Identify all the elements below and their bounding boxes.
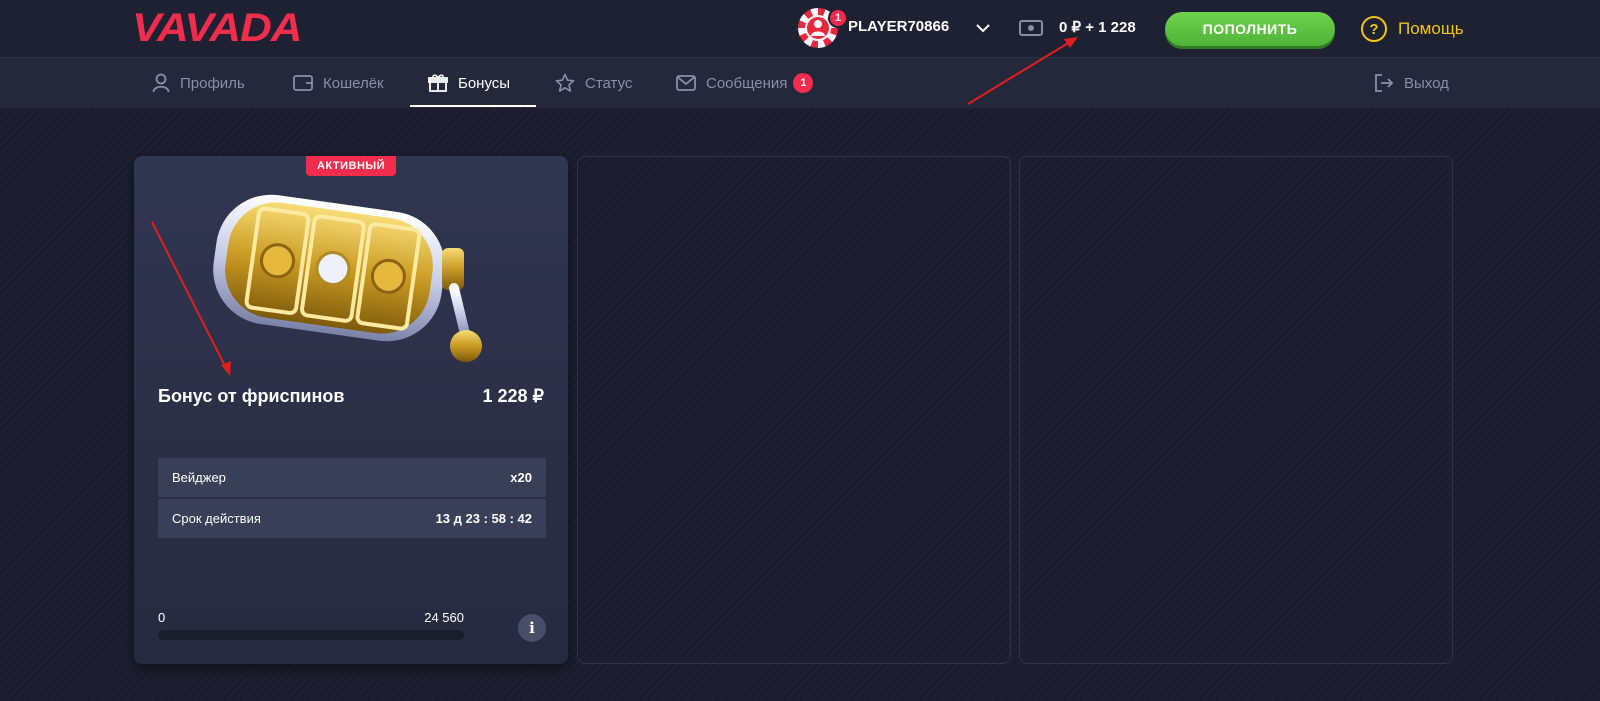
username[interactable]: PLAYER70866 bbox=[848, 18, 949, 35]
star-icon bbox=[555, 73, 575, 92]
bonus-card: АКТИВНЫЙ Бонус от фриспинов 1 228 ₽ Вейд… bbox=[134, 156, 568, 664]
tab-label: Кошелёк bbox=[323, 74, 384, 92]
wager-row: Вейджер x20 bbox=[158, 458, 546, 497]
progress-max: 24 560 bbox=[424, 610, 464, 625]
tab-profile[interactable]: Профиль bbox=[152, 58, 245, 108]
slot-machine-image bbox=[213, 194, 482, 362]
gift-icon bbox=[428, 74, 448, 92]
empty-bonus-slot bbox=[577, 156, 1011, 664]
wallet-icon bbox=[293, 75, 313, 91]
row-label: Вейджер bbox=[172, 470, 226, 485]
row-value: x20 bbox=[510, 470, 532, 485]
deposit-button[interactable]: ПОПОЛНИТЬ bbox=[1165, 12, 1335, 46]
tab-label: Профиль bbox=[180, 74, 245, 92]
messages-badge: 1 bbox=[793, 73, 814, 93]
chevron-down-icon[interactable] bbox=[976, 20, 990, 38]
svg-text:?: ? bbox=[1369, 21, 1378, 38]
status-badge: АКТИВНЫЙ bbox=[306, 156, 396, 176]
question-icon[interactable]: ? bbox=[1360, 15, 1388, 48]
tab-label: Статус bbox=[585, 74, 633, 92]
notification-badge: 1 bbox=[828, 8, 848, 28]
user-icon bbox=[152, 73, 170, 93]
tab-wallet[interactable]: Кошелёк bbox=[293, 58, 384, 108]
logout-button[interactable]: Выход bbox=[1374, 58, 1449, 108]
tab-bonuses[interactable]: Бонусы bbox=[428, 58, 510, 108]
active-tab-indicator bbox=[410, 105, 536, 107]
vavada-logo[interactable]: VAVADA bbox=[132, 6, 303, 51]
account-nav: Профиль Кошелёк Бонусы Статус Сообщения … bbox=[0, 58, 1600, 108]
tab-label: Бонусы bbox=[458, 74, 511, 92]
tab-messages[interactable]: Сообщения 1 bbox=[676, 58, 814, 108]
bonus-title: Бонус от фриспинов bbox=[158, 386, 345, 406]
wallet-icon bbox=[1019, 19, 1043, 42]
empty-bonus-slot bbox=[1019, 156, 1453, 664]
logout-icon bbox=[1375, 74, 1394, 92]
logout-label: Выход bbox=[1404, 74, 1449, 92]
tab-label: Сообщения bbox=[706, 74, 788, 92]
bonus-amount: 1 228 ₽ bbox=[482, 386, 545, 406]
wager-progress-bar bbox=[158, 630, 464, 640]
expiry-row: Срок действия 13 д 23 : 58 : 42 bbox=[158, 499, 546, 538]
bonus-details: Вейджер x20 Срок действия 13 д 23 : 58 :… bbox=[158, 458, 546, 540]
tab-status[interactable]: Статус bbox=[555, 58, 632, 108]
help-link[interactable]: Помощь bbox=[1398, 19, 1464, 39]
row-label: Срок действия bbox=[172, 511, 261, 526]
top-header: VAVADA 1 PLAYER70866 0 ₽ + 1 228 ПОПОЛНИ… bbox=[0, 0, 1600, 58]
mail-icon bbox=[676, 75, 696, 91]
balance-display: 0 ₽ + 1 228 bbox=[1059, 19, 1136, 36]
progress-min: 0 bbox=[158, 610, 166, 625]
row-value: 13 д 23 : 58 : 42 bbox=[435, 511, 532, 526]
info-button[interactable]: i bbox=[518, 614, 546, 642]
